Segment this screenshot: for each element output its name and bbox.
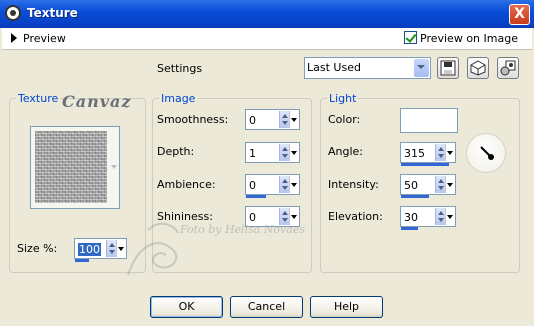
chevron-down-icon[interactable] <box>289 111 298 128</box>
preview-on-image-checkbox[interactable] <box>404 31 417 44</box>
texture-swatch[interactable] <box>30 126 120 209</box>
ok-button[interactable]: OK <box>150 296 223 318</box>
help-button[interactable]: Help <box>310 296 383 318</box>
size-value[interactable]: 100 <box>78 243 101 256</box>
smoothness-stepper[interactable]: 0 <box>245 109 300 130</box>
depth-label: Depth: <box>157 145 195 158</box>
angle-stepper[interactable]: 315 <box>400 142 456 166</box>
preview-label[interactable]: Preview <box>23 32 66 45</box>
close-button[interactable]: X <box>509 4 530 25</box>
ambience-value[interactable]: 0 <box>249 179 256 192</box>
canvaz-logo: Canvaz <box>62 92 132 111</box>
intensity-label: Intensity: <box>328 178 379 191</box>
light-color-swatch[interactable] <box>400 108 458 133</box>
window-title: Texture <box>27 6 78 20</box>
save-preset-icon <box>440 60 456 76</box>
chevron-down-icon[interactable] <box>289 176 298 193</box>
smoothness-value[interactable]: 0 <box>249 114 256 127</box>
intensity-stepper[interactable]: 50 <box>400 174 456 198</box>
texture-dialog: Texture X Preview Preview on Image Setti… <box>0 0 534 326</box>
intensity-value[interactable]: 50 <box>404 179 418 192</box>
light-angle-dial[interactable] <box>466 133 506 173</box>
chevron-down-icon[interactable] <box>289 144 298 161</box>
angle-slider-bar[interactable] <box>401 163 449 166</box>
smoothness-label: Smoothness: <box>157 113 229 126</box>
expand-arrow-icon[interactable] <box>11 33 17 43</box>
save-preset-button[interactable] <box>437 57 459 79</box>
image-group-title: Image <box>159 92 198 105</box>
photo-credit-watermark: Foto by Helisa Novaes <box>180 223 305 236</box>
angle-label: Angle: <box>328 145 364 158</box>
preview-bar: Preview Preview on Image <box>2 28 532 50</box>
light-group-title: Light <box>327 92 359 105</box>
size-slider-bar[interactable] <box>75 259 89 262</box>
elevation-stepper[interactable]: 30 <box>400 206 456 230</box>
intensity-slider-bar[interactable] <box>401 195 429 198</box>
chevron-down-icon[interactable] <box>414 59 429 77</box>
depth-stepper[interactable]: 1 <box>245 142 300 163</box>
ambience-stepper[interactable]: 0 <box>245 174 300 198</box>
preset-value: Last Used <box>307 61 361 74</box>
size-label: Size %: <box>17 242 58 255</box>
preview-on-image-label[interactable]: Preview on Image <box>420 32 518 45</box>
elevation-value[interactable]: 30 <box>404 211 418 224</box>
elevation-slider-bar[interactable] <box>401 227 418 230</box>
texture-preview-image <box>35 131 107 203</box>
ambience-label: Ambience: <box>157 178 216 191</box>
depth-value[interactable]: 1 <box>249 147 256 160</box>
angle-value[interactable]: 315 <box>404 147 425 160</box>
app-icon <box>5 5 21 21</box>
settings-label: Settings <box>157 62 203 75</box>
elevation-label: Elevation: <box>328 210 383 223</box>
reset-icon <box>470 60 486 76</box>
reset-button[interactable] <box>467 57 489 79</box>
chevron-down-icon[interactable] <box>445 208 454 225</box>
angle-needle-icon <box>480 146 494 160</box>
ambience-slider-bar[interactable] <box>246 195 266 198</box>
color-label: Color: <box>328 113 361 126</box>
chevron-down-icon[interactable] <box>445 176 454 193</box>
title-bar[interactable]: Texture X <box>0 0 534 28</box>
manage-presets-icon <box>500 60 516 76</box>
texture-group-title: Texture <box>16 92 61 105</box>
chevron-down-icon[interactable] <box>445 144 454 161</box>
manage-presets-button[interactable] <box>497 57 519 79</box>
preset-select[interactable]: Last Used <box>304 57 431 79</box>
chevron-down-icon[interactable] <box>111 165 117 169</box>
cancel-button[interactable]: Cancel <box>230 296 303 318</box>
